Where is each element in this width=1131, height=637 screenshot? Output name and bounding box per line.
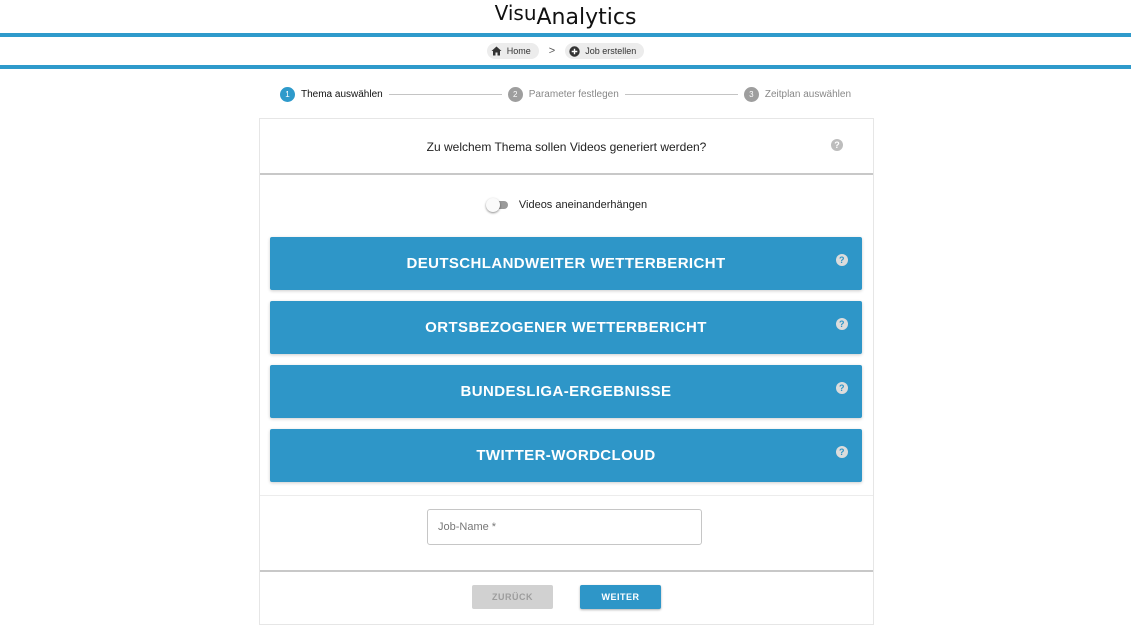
question-text: Zu welchem Thema sollen Videos generiert… — [426, 139, 707, 154]
step-label: Thema auswählen — [301, 88, 383, 100]
concat-videos-toggle[interactable] — [485, 198, 510, 212]
topic-label: BUNDESLIGA-ERGEBNISSE — [460, 383, 672, 400]
job-form-card: Zu welchem Thema sollen Videos generiert… — [259, 118, 874, 625]
concat-toggle-row: Videos aneinanderhängen — [260, 191, 873, 219]
topic-button-deutschland-wetter[interactable]: DEUTSCHLANDWEITER WETTERBERICHT ? — [270, 237, 862, 290]
topic-button-orts-wetter[interactable]: ORTSBEZOGENER WETTERBERICHT ? — [270, 301, 862, 354]
topic-help-icon[interactable]: ? — [836, 318, 848, 330]
app-logo: VisuAnalytics — [0, 0, 1131, 32]
topic-help-icon[interactable]: ? — [836, 382, 848, 394]
home-icon — [491, 46, 502, 56]
step-number: 2 — [507, 86, 523, 102]
add-circle-icon — [569, 45, 580, 57]
breadcrumb-current-label: Job erstellen — [585, 46, 637, 56]
topic-button-bundesliga[interactable]: BUNDESLIGA-ERGEBNISSE ? — [270, 365, 862, 418]
breadcrumb-home-label: Home — [506, 46, 531, 56]
topic-label: TWITTER-WORDCLOUD — [476, 447, 656, 464]
breadcrumb-current[interactable]: Job erstellen — [565, 43, 645, 59]
back-button[interactable]: ZURÜCK — [472, 585, 553, 609]
question-help-icon[interactable]: ? — [831, 139, 843, 151]
job-name-input[interactable] — [427, 509, 702, 545]
step-label: Zeitplan auswählen — [764, 88, 852, 100]
breadcrumb-home[interactable]: Home — [486, 43, 539, 59]
step-connector — [388, 93, 502, 95]
step-number: 1 — [280, 86, 295, 102]
topic-help-icon[interactable]: ? — [836, 446, 848, 458]
stepper: 1 Thema auswählen 2 Parameter festlegen … — [280, 86, 851, 102]
step-thema[interactable]: 1 Thema auswählen — [280, 86, 383, 102]
logo-part1: Visu — [494, 1, 537, 25]
step-number: 3 — [743, 86, 759, 102]
step-parameter[interactable]: 2 Parameter festlegen — [507, 86, 619, 102]
toggle-knob — [485, 198, 500, 212]
breadcrumb-separator: > — [548, 45, 556, 57]
job-name-section — [260, 495, 873, 572]
step-zeitplan[interactable]: 3 Zeitplan auswählen — [743, 86, 852, 102]
next-button[interactable]: WEITER — [580, 585, 661, 609]
header-bar-bottom — [0, 65, 1131, 69]
logo-part2: Analytics — [536, 5, 637, 30]
step-connector — [624, 93, 738, 95]
toggle-label: Videos aneinanderhängen — [518, 199, 648, 211]
topic-button-twitter-wordcloud[interactable]: TWITTER-WORDCLOUD ? — [270, 429, 862, 482]
divider — [260, 173, 873, 175]
topic-help-icon[interactable]: ? — [836, 254, 848, 266]
topic-list: DEUTSCHLANDWEITER WETTERBERICHT ? ORTSBE… — [270, 237, 862, 493]
step-label: Parameter festlegen — [528, 88, 619, 100]
divider — [260, 570, 873, 572]
topic-label: ORTSBEZOGENER WETTERBERICHT — [425, 319, 707, 336]
topic-label: DEUTSCHLANDWEITER WETTERBERICHT — [406, 255, 726, 272]
form-actions: ZURÜCK WEITER — [260, 585, 873, 611]
breadcrumb: Home > Job erstellen — [0, 37, 1131, 65]
question-header: Zu welchem Thema sollen Videos generiert… — [260, 119, 873, 174]
